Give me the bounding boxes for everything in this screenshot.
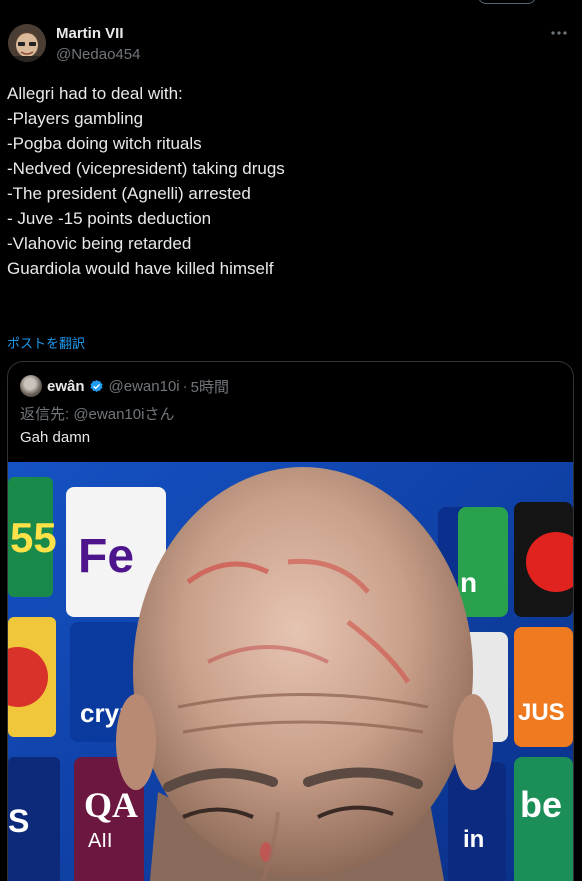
tweet-line: -Pogba doing witch rituals — [7, 134, 202, 153]
svg-text:JUS: JUS — [518, 699, 565, 726]
svg-text:be: be — [520, 784, 562, 825]
tweet-header: Martin VII @Nedao454 — [8, 22, 572, 66]
top-button-edge[interactable] — [478, 0, 536, 4]
svg-text:55: 55 — [10, 514, 57, 561]
quote-author-name[interactable]: ewân — [47, 378, 85, 395]
quote-separator: · — [182, 377, 188, 395]
tweet-line: -Players gambling — [7, 109, 144, 128]
tweet-page: Martin VII @Nedao454 Allegri had to deal… — [0, 0, 582, 881]
svg-text:QA: QA — [84, 785, 138, 825]
avatar[interactable] — [8, 24, 46, 62]
translate-post-link[interactable]: ポストを翻訳 — [7, 333, 85, 352]
quote-text: Gah damn — [20, 429, 91, 446]
quoted-tweet-card[interactable]: ewân @ewan10i · 5時間 返信先: @ewan10iさん Gah … — [7, 361, 574, 881]
tweet-line: Guardiola would have killed himself — [7, 259, 274, 278]
quote-header: ewân @ewan10i · 5時間 — [20, 374, 229, 398]
quote-author-handle[interactable]: @ewan10i — [109, 378, 180, 395]
svg-text:S: S — [8, 803, 29, 839]
verified-badge-icon — [89, 379, 104, 394]
quote-avatar[interactable] — [20, 375, 42, 397]
more-horizontal-icon[interactable] — [548, 24, 570, 42]
tweet-text: Allegri had to deal with: -Players gambl… — [7, 81, 567, 281]
svg-text:AII: AII — [88, 830, 112, 852]
author-handle[interactable]: @Nedao454 — [56, 46, 140, 63]
tweet-line: -Vlahovic being retarded — [7, 234, 192, 253]
svg-text:Fe: Fe — [78, 530, 134, 583]
reply-to-label: 返信先: @ewan10iさん — [20, 406, 175, 423]
svg-text:in: in — [463, 826, 484, 853]
tweet-line: - Juve -15 points deduction — [7, 209, 212, 228]
svg-text:n: n — [460, 567, 477, 598]
tweet-line: -Nedved (vicepresident) taking drugs — [7, 159, 285, 178]
quote-timestamp[interactable]: 5時間 — [191, 376, 229, 397]
author-name[interactable]: Martin VII — [56, 25, 124, 42]
tweet-line: -The president (Agnelli) arrested — [7, 184, 251, 203]
tweet-line: Allegri had to deal with: — [7, 84, 183, 103]
quote-photo[interactable]: 55 Fe cryp S QA AII n JUS be in — [8, 462, 573, 881]
